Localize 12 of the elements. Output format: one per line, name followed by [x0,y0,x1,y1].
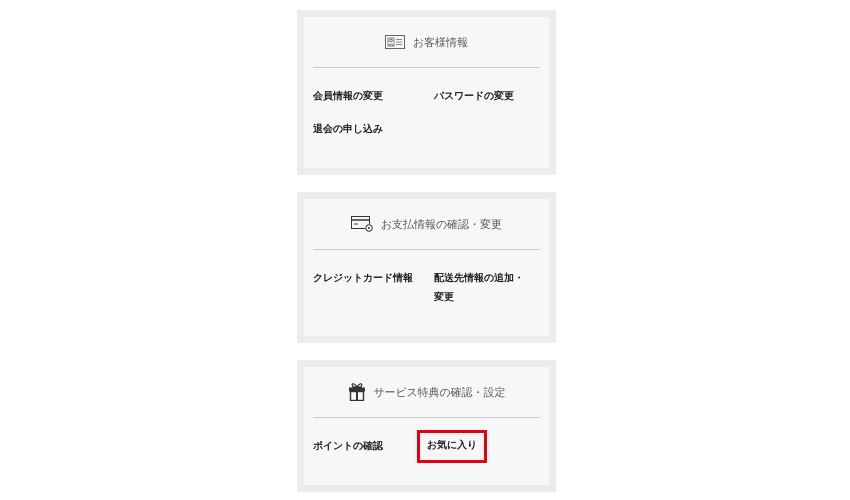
menu-link[interactable]: お気に入り [417,430,487,463]
id-card-icon [385,35,405,49]
menu-link[interactable]: 会員情報の変更 [307,80,424,113]
credit-card-icon [351,216,373,232]
section-title: お客様情報 [413,34,468,50]
menu-link[interactable]: パスワードの変更 [424,80,535,113]
gift-icon [348,383,366,401]
menu-link[interactable]: 配送先情報の追加・変更 [424,262,535,314]
section-title: お支払情報の確認・変更 [381,216,502,232]
menu-link[interactable]: 退会の申し込み [307,113,424,146]
section-title: サービス特典の確認・設定 [374,384,506,400]
menu-link[interactable]: クレジットカード情報 [307,262,424,314]
